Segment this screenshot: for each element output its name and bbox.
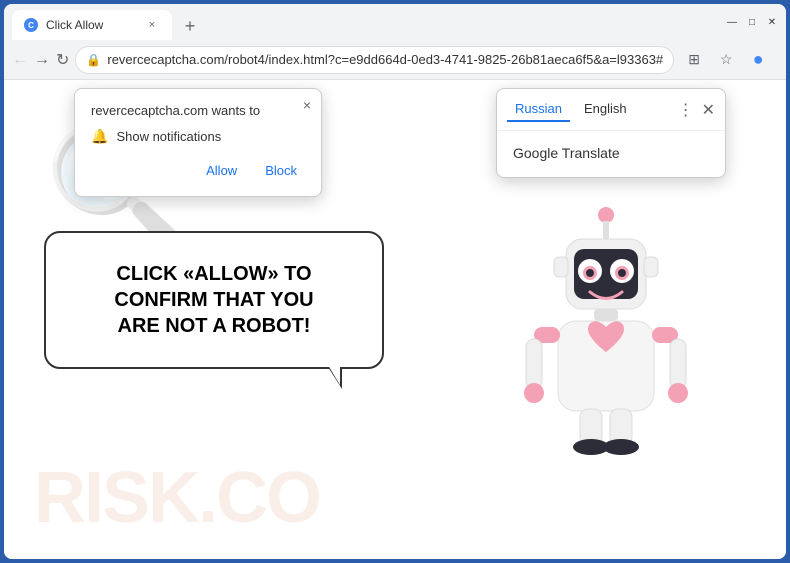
notification-row: 🔔 Show notifications — [91, 128, 305, 145]
notification-popup: × revercecaptcha.com wants to 🔔 Show not… — [74, 88, 322, 197]
popup-title: revercecaptcha.com wants to — [91, 103, 305, 118]
profile-icon[interactable]: ● — [744, 46, 772, 74]
title-bar: C Click Allow × + — □ ✕ — [4, 4, 786, 40]
popup-buttons: Allow Block — [91, 159, 305, 182]
bubble-text-line1: CLICK «ALLOW» TO CONFIRM THAT YOU — [114, 263, 313, 311]
translate-header: Russian English ⋮ ✕ — [497, 89, 725, 131]
translate-header-icons: ⋮ ✕ — [678, 100, 715, 120]
tab-english[interactable]: English — [576, 97, 635, 122]
tab-close-button[interactable]: × — [144, 17, 160, 33]
refresh-button[interactable]: ↻ — [56, 46, 69, 74]
block-button[interactable]: Block — [257, 159, 305, 182]
new-tab-button[interactable]: + — [176, 12, 204, 40]
address-bar[interactable]: 🔒 revercecaptcha.com/robot4/index.html?c… — [75, 46, 674, 74]
bubble-text: CLICK «ALLOW» TO CONFIRM THAT YOU ARE NO… — [76, 261, 352, 339]
page-content: RISK.CO 🔍 × revercecaptcha.com wants to … — [4, 80, 786, 559]
close-button[interactable]: ✕ — [766, 16, 778, 28]
robot-character — [506, 197, 706, 462]
browser-window: C Click Allow × + — □ ✕ ← → ↻ 🔒 revercec… — [4, 4, 786, 559]
translate-close-icon[interactable]: ✕ — [702, 100, 715, 120]
translate-popup: Russian English ⋮ ✕ Google Translate — [496, 88, 726, 178]
minimize-button[interactable]: — — [726, 16, 738, 28]
toolbar: ← → ↻ 🔒 revercecaptcha.com/robot4/index.… — [4, 40, 786, 80]
tab-bar: C Click Allow × + — [12, 4, 718, 40]
translate-icon[interactable]: ⊞ — [680, 46, 708, 74]
address-text: revercecaptcha.com/robot4/index.html?c=e… — [107, 52, 663, 67]
bubble-text-line2: ARE NOT A ROBOT! — [118, 315, 311, 337]
tab-russian[interactable]: Russian — [507, 97, 570, 122]
maximize-button[interactable]: □ — [746, 16, 758, 28]
back-button[interactable]: ← — [12, 46, 28, 74]
toolbar-icons: ⊞ ☆ ● ⋮ — [680, 46, 786, 74]
speech-bubble: CLICK «ALLOW» TO CONFIRM THAT YOU ARE NO… — [44, 231, 384, 369]
forward-button[interactable]: → — [34, 46, 50, 74]
bell-icon: 🔔 — [91, 128, 108, 145]
menu-icon[interactable]: ⋮ — [776, 46, 786, 74]
tab-favicon: C — [24, 18, 38, 32]
lock-icon: 🔒 — [86, 53, 101, 67]
popup-close-button[interactable]: × — [303, 97, 311, 113]
allow-button[interactable]: Allow — [198, 159, 245, 182]
window-controls: — □ ✕ — [726, 16, 778, 28]
active-tab[interactable]: C Click Allow × — [12, 10, 172, 40]
bookmark-icon[interactable]: ☆ — [712, 46, 740, 74]
translate-options-icon[interactable]: ⋮ — [678, 100, 694, 120]
tab-title: Click Allow — [46, 18, 136, 32]
notification-label: Show notifications — [116, 129, 221, 144]
translate-service: Google Translate — [513, 145, 620, 161]
translate-body: Google Translate — [497, 131, 725, 177]
